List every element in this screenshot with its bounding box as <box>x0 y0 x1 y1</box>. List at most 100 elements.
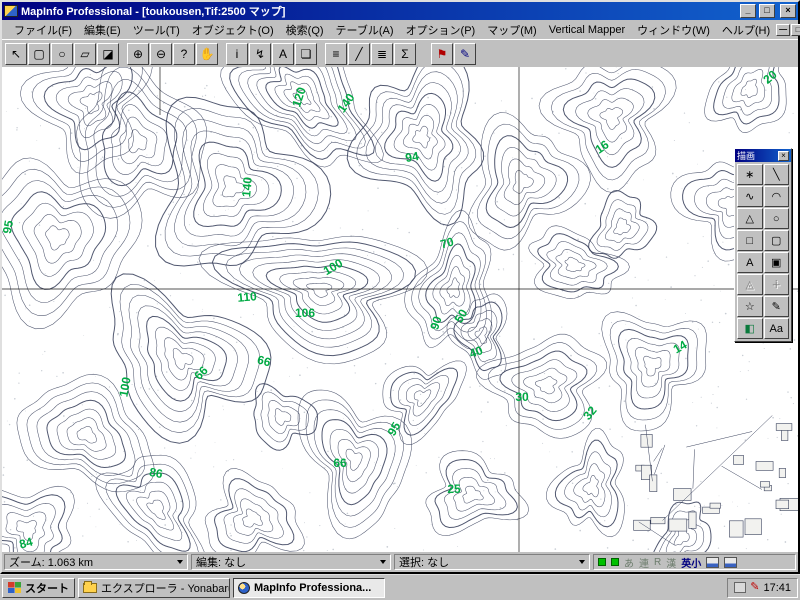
edit-layer-selector[interactable]: 編集: なし <box>191 554 391 570</box>
change-view-tool[interactable]: ? <box>173 43 195 65</box>
line-tool[interactable]: ╲ <box>764 164 790 185</box>
select-tool[interactable]: ↖ <box>5 43 27 65</box>
start-button[interactable]: スタート <box>2 578 75 598</box>
menu-map[interactable]: マップ(M) <box>481 20 543 40</box>
reshape-tool[interactable]: ◬ <box>737 274 763 295</box>
tray-clock: 17:41 <box>763 582 791 594</box>
start-label: スタート <box>25 580 69 596</box>
close-button[interactable]: × <box>780 4 796 18</box>
symbol-style-button[interactable]: ☆ <box>737 296 763 317</box>
legend-button[interactable]: ≣ <box>371 43 393 65</box>
pen-tray-icon[interactable]: ✎ <box>750 582 759 593</box>
arc-tool[interactable]: ◠ <box>764 186 790 207</box>
ime-tray-icon[interactable] <box>734 582 746 593</box>
zoom-scale-label: ズーム: 1.063 km <box>9 554 93 570</box>
toolbar-separator <box>318 43 324 65</box>
chevron-down-icon <box>177 560 183 564</box>
line-style-button[interactable]: ✎ <box>764 296 790 317</box>
hotlink-tool[interactable]: ↯ <box>249 43 271 65</box>
palette-close-button[interactable]: × <box>778 151 789 161</box>
symbol-tool[interactable]: ∗ <box>737 164 763 185</box>
pen-input-icon[interactable] <box>724 557 737 568</box>
status-led <box>598 558 606 566</box>
ime-token[interactable]: R <box>654 557 661 568</box>
polygon-tool[interactable]: △ <box>737 208 763 229</box>
label-tool[interactable]: A <box>272 43 294 65</box>
main-toolbar: ↖ ▢ ○ ▱ ◪ ⊕ ⊖ ? ✋ i ↯ A ❏ ≡ ╱ ≣ Σ ⚑ ✎ <box>2 39 798 67</box>
menu-vertical-mapper[interactable]: Vertical Mapper <box>543 22 631 38</box>
toolbar-separator <box>424 43 430 65</box>
ime-status: あ 連 R 漢 英小 <box>593 554 796 570</box>
mdi-restore-button[interactable]: □ <box>791 24 800 36</box>
region-style-button[interactable]: ◧ <box>737 318 763 339</box>
invert-select-tool[interactable]: ◪ <box>97 43 119 65</box>
contour-map <box>2 67 798 552</box>
toolbar-separator <box>120 43 126 65</box>
mdi-minimize-button[interactable]: — <box>776 24 790 36</box>
toolbar-separator <box>219 43 225 65</box>
window-title: MapInfo Professional - [toukousen,Tif:25… <box>21 3 737 19</box>
ellipse-tool[interactable]: ○ <box>764 208 790 229</box>
map-canvas[interactable]: 2012014094161409570100110106509040666610… <box>2 67 798 552</box>
menu-file[interactable]: ファイル(F) <box>8 20 78 40</box>
ime-token[interactable]: 連 <box>639 555 649 570</box>
polygon-select-tool[interactable]: ▱ <box>74 43 96 65</box>
menu-window[interactable]: ウィンドウ(W) <box>631 20 716 40</box>
rectangle-tool[interactable]: □ <box>737 230 763 251</box>
polyline-tool[interactable]: ∿ <box>737 186 763 207</box>
keyboard-icon[interactable] <box>706 557 719 568</box>
text-style-button[interactable]: Aa <box>764 318 790 339</box>
menu-query[interactable]: 検索(Q) <box>280 20 330 40</box>
frame-tool[interactable]: ▣ <box>764 252 790 273</box>
menu-help[interactable]: ヘルプ(H) <box>716 20 776 40</box>
menu-tools[interactable]: ツール(T) <box>127 20 186 40</box>
mapinfo-window: MapInfo Professional - [toukousen,Tif:25… <box>0 0 800 574</box>
zoom-scale-selector[interactable]: ズーム: 1.063 km <box>4 554 188 570</box>
taskbar-item-mapinfo[interactable]: MapInfo Professiona... <box>233 578 385 598</box>
rounded-rectangle-tool[interactable]: ▢ <box>764 230 790 251</box>
statistics-button[interactable]: Σ <box>394 43 416 65</box>
app-icon[interactable] <box>4 5 18 17</box>
ime-mode-indicator[interactable]: 英小 <box>681 555 701 570</box>
marquee-select-tool[interactable]: ▢ <box>28 43 50 65</box>
menu-edit[interactable]: 編集(E) <box>78 20 127 40</box>
mapinfo-icon <box>238 582 250 594</box>
menu-table[interactable]: テーブル(A) <box>330 20 400 40</box>
menu-options[interactable]: オプション(P) <box>400 20 482 40</box>
ime-token[interactable]: あ <box>624 555 634 570</box>
minimize-button[interactable]: _ <box>740 4 756 18</box>
taskbar-item-label: MapInfo Professiona... <box>254 582 371 594</box>
palette-title-bar[interactable]: 描画 × <box>735 149 791 162</box>
taskbar-item-explorer[interactable]: エクスプローラ - Yonabaru <box>78 578 230 598</box>
radius-select-tool[interactable]: ○ <box>51 43 73 65</box>
menu-objects[interactable]: オブジェクト(O) <box>186 20 280 40</box>
layer-control-button[interactable]: ≡ <box>325 43 347 65</box>
pan-tool[interactable]: ✋ <box>196 43 218 65</box>
system-tray: ✎ 17:41 <box>727 578 798 598</box>
toolbar-separator <box>417 43 423 65</box>
set-target-district-button[interactable]: ⚑ <box>431 43 453 65</box>
status-bar: ズーム: 1.063 km 編集: なし 選択: なし あ 連 R 漢 英小 <box>2 552 798 572</box>
zoom-in-tool[interactable]: ⊕ <box>127 43 149 65</box>
drawing-palette: 描画 × ∗ ╲ ∿ ◠ △ ○ □ ▢ A ▣ ◬ ∔ ☆ ✎ ◧ Aa <box>734 148 792 342</box>
maximize-button[interactable]: □ <box>759 4 775 18</box>
palette-tool-grid: ∗ ╲ ∿ ◠ △ ○ □ ▢ A ▣ ◬ ∔ ☆ ✎ ◧ Aa <box>735 162 791 341</box>
selection-status[interactable]: 選択: なし <box>394 554 590 570</box>
edit-layer-label: 編集: なし <box>196 554 246 570</box>
taskbar: スタート エクスプローラ - Yonabaru MapInfo Professi… <box>0 574 800 600</box>
drag-map-tool[interactable]: ❏ <box>295 43 317 65</box>
clip-region-button[interactable]: ✎ <box>454 43 476 65</box>
selection-label: 選択: なし <box>399 554 449 570</box>
zoom-out-tool[interactable]: ⊖ <box>150 43 172 65</box>
ime-token[interactable]: 漢 <box>666 555 676 570</box>
mdi-window-controls: — □ × <box>776 24 800 36</box>
status-led <box>611 558 619 566</box>
palette-title: 描画 <box>737 149 755 162</box>
info-tool[interactable]: i <box>226 43 248 65</box>
ruler-tool[interactable]: ╱ <box>348 43 370 65</box>
chevron-down-icon <box>380 560 386 564</box>
taskbar-item-label: エクスプローラ - Yonabaru <box>101 580 230 596</box>
text-tool[interactable]: A <box>737 252 763 273</box>
windows-flag-icon <box>8 582 21 593</box>
add-node-tool[interactable]: ∔ <box>764 274 790 295</box>
